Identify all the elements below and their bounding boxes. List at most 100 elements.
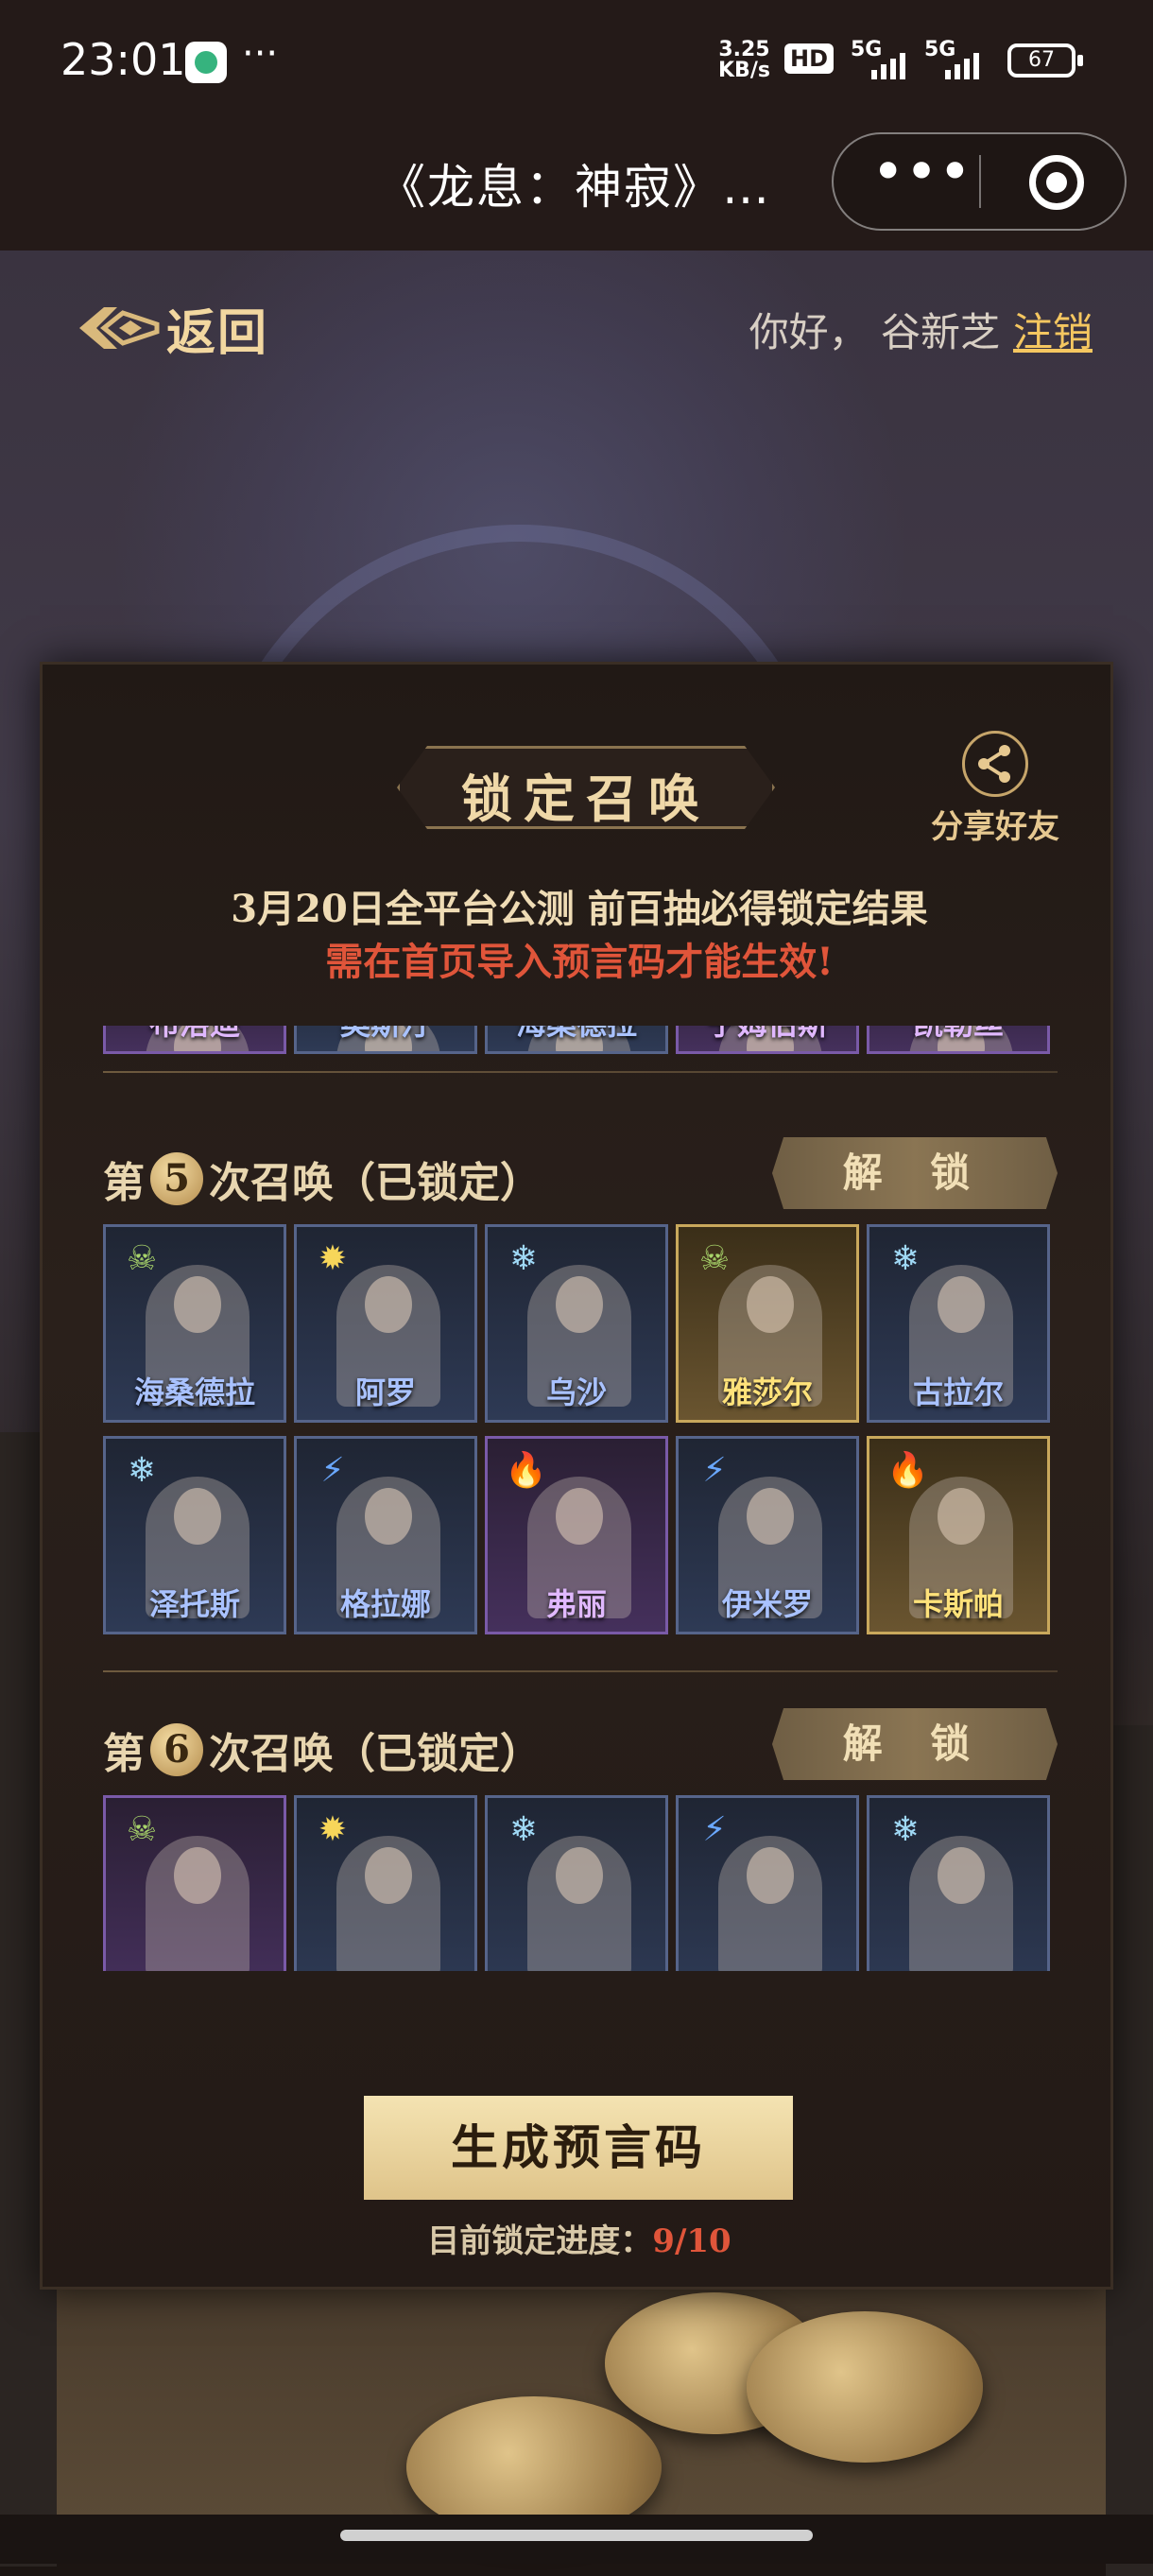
page-title: 《龙息：神寂》… <box>378 160 771 215</box>
hero-card[interactable]: 奥斯汀 <box>294 1026 477 1054</box>
frost-element-icon: ❄ <box>508 1810 539 1849</box>
bolt-element-icon: ⚡ <box>320 1451 345 1490</box>
logout-link[interactable]: 注销 <box>1013 309 1093 355</box>
home-indicator[interactable] <box>340 2530 813 2541</box>
hero-card[interactable]: ✹ 阿罗 <box>294 1224 477 1423</box>
import-warning: 需在首页导入预言码才能生效! <box>325 940 834 984</box>
network-speed: 3.25 KB/s <box>718 40 770 81</box>
coin-decoration <box>747 2311 983 2463</box>
back-arrow-icon <box>79 307 160 349</box>
panel-title-plaque: 锁定召唤 <box>369 740 803 835</box>
summon-number-badge: 5 <box>150 1152 203 1205</box>
back-button[interactable]: 返回 <box>76 295 269 362</box>
hero-name: 泽托斯 <box>148 1586 240 1622</box>
close-target-icon[interactable] <box>1029 155 1084 210</box>
hero-card[interactable]: ✹ <box>294 1795 477 1971</box>
hero-card[interactable]: 海桑德拉 <box>485 1026 668 1054</box>
signal-bars-icon <box>945 49 992 79</box>
back-label: 返回 <box>166 303 269 362</box>
section-suffix: 次召唤（已锁定） <box>209 1159 542 1207</box>
hero-name: 卡斯帕 <box>912 1586 1004 1622</box>
hero-portrait <box>718 1836 822 1971</box>
hero-name: 宁姆伯斯 <box>679 1026 856 1044</box>
fire-element-icon: 🔥 <box>886 1451 929 1490</box>
hero-card[interactable]: ❄ 乌沙 <box>485 1224 668 1423</box>
unlock-button[interactable]: 解 锁 <box>772 1137 1058 1209</box>
bolt-element-icon: ⚡ <box>702 1810 727 1849</box>
bolt-element-icon: ⚡ <box>702 1451 727 1490</box>
summon-section-header-6: 第 6 次召唤（已锁定） 解 锁 <box>103 1708 1058 1784</box>
hero-grid-5: ☠ 海桑德拉 ✹ 阿罗 ❄ 乌沙 ☠ 雅莎尔 ❄ 古拉尔 ❄ 泽托斯 ⚡ 格拉娜 🔥 弗丽 ⚡ 伊米罗 🔥 卡斯帕 <box>103 1224 1050 1634</box>
hero-name: 古拉尔 <box>912 1374 1004 1410</box>
section-divider <box>103 1071 1058 1073</box>
hero-card[interactable]: ☠ 雅莎尔 <box>676 1224 859 1423</box>
fire-element-icon: 🔥 <box>505 1451 547 1490</box>
hero-card[interactable]: ☠ 海桑德拉 <box>103 1224 286 1423</box>
greeting-text: 你好， 谷新芝 <box>749 309 1000 355</box>
section-suffix: 次召唤（已锁定） <box>209 1730 542 1778</box>
hero-name: 伊米罗 <box>721 1586 813 1622</box>
network-speed-value: 3.25 <box>718 38 770 61</box>
app-notification-icon <box>185 42 227 83</box>
locked-summon-panel: 锁定召唤 分享好友 3月20日全平台公测 前百抽必得锁定结果 需在首页导入预言码… <box>40 662 1113 2290</box>
hero-card[interactable]: ⚡ <box>676 1795 859 1971</box>
hero-card[interactable]: ❄ <box>485 1795 668 1971</box>
hero-card[interactable]: ⚡ 格拉娜 <box>294 1436 477 1634</box>
summon-section-title: 第 5 次召唤（已锁定） <box>103 1149 542 1209</box>
hero-card[interactable]: ❄ 古拉尔 <box>867 1224 1050 1423</box>
hero-name: 凯勒丝 <box>869 1026 1047 1044</box>
summon-section-title: 第 6 次召唤（已锁定） <box>103 1720 542 1780</box>
skull-element-icon: ☠ <box>126 1239 158 1278</box>
panel-title: 锁定召唤 <box>461 769 711 829</box>
hero-card[interactable]: ❄ 泽托斯 <box>103 1436 286 1634</box>
share-icon <box>962 731 1028 797</box>
signal-bars-icon <box>871 49 919 79</box>
hero-name: 雅莎尔 <box>721 1374 813 1410</box>
frost-element-icon: ❄ <box>127 1451 157 1490</box>
section-prefix: 第 <box>103 1159 145 1207</box>
hero-card[interactable]: ❄ <box>867 1795 1050 1971</box>
hero-name: 格拉娜 <box>339 1586 431 1622</box>
status-bar: 23:01 ··· 3.25 KB/s HD 5G 5G 67 <box>0 0 1153 123</box>
hero-name: 阿罗 <box>354 1374 416 1410</box>
hero-name: 海桑德拉 <box>133 1374 255 1410</box>
hero-portrait <box>909 1836 1013 1971</box>
hero-card[interactable]: ⚡ 伊米罗 <box>676 1436 859 1634</box>
status-time: 23:01 <box>60 34 186 85</box>
hero-portrait <box>527 1836 631 1971</box>
summon-number-badge: 6 <box>150 1723 203 1776</box>
hero-card[interactable]: ☠ <box>103 1795 286 1971</box>
hero-card[interactable]: 🔥 卡斯帕 <box>867 1436 1050 1634</box>
status-more: ··· <box>242 32 279 76</box>
share-friends-button[interactable]: 分享好友 <box>920 731 1071 847</box>
frost-element-icon: ❄ <box>508 1239 539 1278</box>
unlock-button[interactable]: 解 锁 <box>772 1708 1058 1780</box>
section-prefix: 第 <box>103 1730 145 1778</box>
more-dots-icon[interactable]: ••• <box>871 144 972 210</box>
summon-list-scroll[interactable]: 布洛迪奥斯汀海桑德拉宁姆伯斯凯勒丝 第 5 次召唤（已锁定） 解 锁 ☠海桑德拉… <box>103 1026 1105 1971</box>
frost-element-icon: ❄ <box>890 1810 921 1849</box>
hero-portrait <box>336 1836 440 1971</box>
frost-element-icon: ❄ <box>890 1239 921 1278</box>
section-divider <box>103 1670 1058 1672</box>
sun-element-icon: ✹ <box>318 1239 348 1278</box>
hero-card[interactable]: 布洛迪 <box>103 1026 286 1054</box>
user-greeting: 你好， 谷新芝 注销 <box>749 301 1093 358</box>
capsule-divider <box>979 155 981 208</box>
mini-program-title-bar: 《龙息：神寂》… ••• <box>0 123 1153 251</box>
lock-progress: 目前锁定进度：9/10 <box>43 2215 1116 2261</box>
hero-name: 布洛迪 <box>106 1026 284 1044</box>
partial-hero-row: 布洛迪奥斯汀海桑德拉宁姆伯斯凯勒丝 <box>103 1026 1050 1054</box>
battery-icon: 67 <box>1007 43 1083 78</box>
generate-prophecy-code-button[interactable]: 生成预言码 <box>364 2096 793 2200</box>
hero-card[interactable]: 🔥 弗丽 <box>485 1436 668 1634</box>
hero-name: 乌沙 <box>545 1374 607 1410</box>
hero-card[interactable]: 凯勒丝 <box>867 1026 1050 1054</box>
launch-notice: 3月20日全平台公测 前百抽必得锁定结果 <box>231 887 928 931</box>
hero-card[interactable]: 宁姆伯斯 <box>676 1026 859 1054</box>
hero-name: 奥斯汀 <box>297 1026 474 1044</box>
hero-name: 弗丽 <box>545 1586 607 1622</box>
sun-element-icon: ✹ <box>318 1810 348 1849</box>
hero-name: 海桑德拉 <box>488 1026 665 1044</box>
summon-section-header-5: 第 5 次召唤（已锁定） 解 锁 <box>103 1137 1058 1213</box>
